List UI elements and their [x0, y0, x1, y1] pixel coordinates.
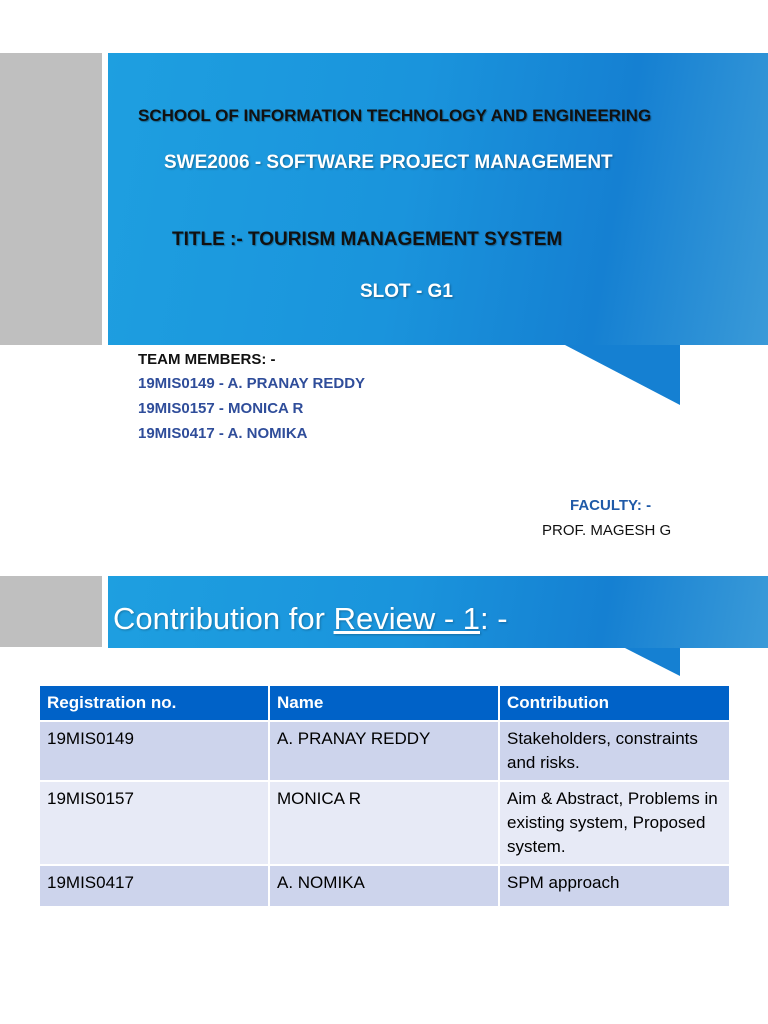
banner-tail [625, 648, 680, 676]
cell-contribution: Aim & Abstract, Problems in existing sys… [498, 780, 731, 866]
cell-contribution: Stakeholders, constraints and risks. [498, 720, 731, 782]
cell-name: A. NOMIKA [268, 864, 500, 908]
slot: SLOT - G1 [360, 281, 453, 302]
table-row: 19MIS0157 MONICA R Aim & Abstract, Probl… [38, 780, 731, 866]
cell-registration: 19MIS0417 [38, 864, 270, 908]
team-label: TEAM MEMBERS: - [138, 351, 276, 368]
table-row: 19MIS0149 A. PRANAY REDDY Stakeholders, … [38, 720, 731, 782]
cell-name: MONICA R [268, 780, 500, 866]
faculty-name: PROF. MAGESH G [542, 522, 672, 539]
cell-registration: 19MIS0157 [38, 780, 270, 866]
project-title: TITLE :- TOURISM MANAGEMENT SYSTEM [172, 229, 563, 250]
faculty-label: FACULTY: - [570, 497, 652, 514]
gray-side-block [0, 53, 102, 345]
heading-prefix: Contribution for [113, 601, 334, 636]
slide-heading: Contribution for Review - 1: - [113, 601, 508, 637]
table-header-row: Registration no. Name Contribution [38, 684, 731, 722]
table-row: 19MIS0417 A. NOMIKA SPM approach [38, 864, 731, 908]
banner-tail [565, 345, 680, 405]
gray-side-block [0, 576, 102, 647]
header-registration: Registration no. [38, 684, 270, 722]
heading-suffix: : - [480, 601, 508, 636]
contribution-table: Registration no. Name Contribution 19MIS… [38, 684, 731, 908]
review-link[interactable]: Review - 1 [334, 601, 480, 636]
cell-name: A. PRANAY REDDY [268, 720, 500, 782]
cell-contribution: SPM approach [498, 864, 731, 908]
team-member: 19MIS0149 - A. PRANAY REDDY [138, 375, 366, 392]
cell-registration: 19MIS0149 [38, 720, 270, 782]
school-name: SCHOOL OF INFORMATION TECHNOLOGY AND ENG… [138, 106, 652, 125]
team-member: 19MIS0157 - MONICA R [138, 400, 304, 417]
team-member: 19MIS0417 - A. NOMIKA [138, 425, 308, 442]
header-name: Name [268, 684, 500, 722]
header-contribution: Contribution [498, 684, 731, 722]
course-name: SWE2006 - SOFTWARE PROJECT MANAGEMENT [164, 152, 613, 173]
